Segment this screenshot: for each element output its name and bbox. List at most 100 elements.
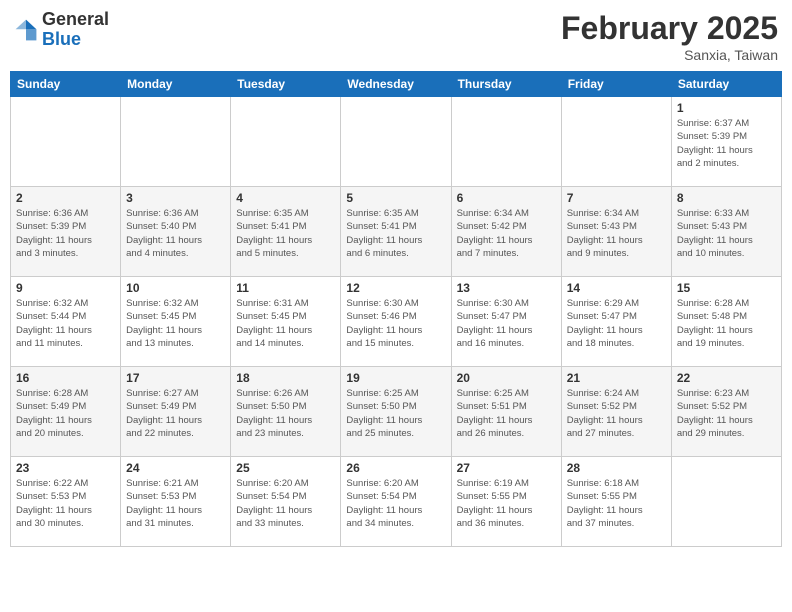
- day-info: Sunrise: 6:27 AM Sunset: 5:49 PM Dayligh…: [126, 387, 225, 440]
- day-info: Sunrise: 6:30 AM Sunset: 5:47 PM Dayligh…: [457, 297, 556, 350]
- calendar-day-cell: 17 Sunrise: 6:27 AM Sunset: 5:49 PM Dayli…: [121, 367, 231, 457]
- day-number: 6: [457, 191, 556, 205]
- calendar-day-cell: 14 Sunrise: 6:29 AM Sunset: 5:47 PM Dayli…: [561, 277, 671, 367]
- day-info: Sunrise: 6:28 AM Sunset: 5:49 PM Dayligh…: [16, 387, 115, 440]
- calendar-day-cell: 26 Sunrise: 6:20 AM Sunset: 5:54 PM Dayli…: [341, 457, 451, 547]
- day-info: Sunrise: 6:32 AM Sunset: 5:44 PM Dayligh…: [16, 297, 115, 350]
- calendar-day-cell: 4 Sunrise: 6:35 AM Sunset: 5:41 PM Daylig…: [231, 187, 341, 277]
- calendar-day-cell: 10 Sunrise: 6:32 AM Sunset: 5:45 PM Dayli…: [121, 277, 231, 367]
- day-info: Sunrise: 6:23 AM Sunset: 5:52 PM Dayligh…: [677, 387, 776, 440]
- day-info: Sunrise: 6:21 AM Sunset: 5:53 PM Dayligh…: [126, 477, 225, 530]
- day-info: Sunrise: 6:26 AM Sunset: 5:50 PM Dayligh…: [236, 387, 335, 440]
- day-number: 3: [126, 191, 225, 205]
- day-info: Sunrise: 6:25 AM Sunset: 5:51 PM Dayligh…: [457, 387, 556, 440]
- calendar-week-row: 23 Sunrise: 6:22 AM Sunset: 5:53 PM Dayli…: [11, 457, 782, 547]
- calendar-day-cell: 7Sunrise: 6:34 AM Sunset: 5:43 PM Daylig…: [561, 187, 671, 277]
- day-number: 28: [567, 461, 666, 475]
- calendar-day-cell: 20 Sunrise: 6:25 AM Sunset: 5:51 PM Dayli…: [451, 367, 561, 457]
- day-number: 4: [236, 191, 335, 205]
- calendar-table: SundayMondayTuesdayWednesdayThursdayFrid…: [10, 71, 782, 547]
- day-info: Sunrise: 6:32 AM Sunset: 5:45 PM Dayligh…: [126, 297, 225, 350]
- calendar-day-cell: 22 Sunrise: 6:23 AM Sunset: 5:52 PM Dayli…: [671, 367, 781, 457]
- day-info: Sunrise: 6:24 AM Sunset: 5:52 PM Dayligh…: [567, 387, 666, 440]
- calendar-day-cell: 24 Sunrise: 6:21 AM Sunset: 5:53 PM Dayli…: [121, 457, 231, 547]
- col-header-tuesday: Tuesday: [231, 72, 341, 97]
- empty-day-cell: [341, 97, 451, 187]
- day-number: 17: [126, 371, 225, 385]
- calendar-day-cell: 16Sunrise: 6:28 AM Sunset: 5:49 PM Dayli…: [11, 367, 121, 457]
- day-number: 18: [236, 371, 335, 385]
- day-info: Sunrise: 6:35 AM Sunset: 5:41 PM Dayligh…: [346, 207, 445, 260]
- empty-day-cell: [561, 97, 671, 187]
- day-info: Sunrise: 6:31 AM Sunset: 5:45 PM Dayligh…: [236, 297, 335, 350]
- day-info: Sunrise: 6:19 AM Sunset: 5:55 PM Dayligh…: [457, 477, 556, 530]
- day-number: 26: [346, 461, 445, 475]
- day-info: Sunrise: 6:30 AM Sunset: 5:46 PM Dayligh…: [346, 297, 445, 350]
- col-header-friday: Friday: [561, 72, 671, 97]
- calendar-day-cell: 18 Sunrise: 6:26 AM Sunset: 5:50 PM Dayli…: [231, 367, 341, 457]
- col-header-monday: Monday: [121, 72, 231, 97]
- day-info: Sunrise: 6:25 AM Sunset: 5:50 PM Dayligh…: [346, 387, 445, 440]
- calendar-day-cell: 28 Sunrise: 6:18 AM Sunset: 5:55 PM Dayli…: [561, 457, 671, 547]
- day-info: Sunrise: 6:34 AM Sunset: 5:42 PM Dayligh…: [457, 207, 556, 260]
- day-info: Sunrise: 6:37 AM Sunset: 5:39 PM Dayligh…: [677, 117, 776, 170]
- col-header-saturday: Saturday: [671, 72, 781, 97]
- day-number: 20: [457, 371, 556, 385]
- day-info: Sunrise: 6:35 AM Sunset: 5:41 PM Dayligh…: [236, 207, 335, 260]
- calendar-day-cell: 19 Sunrise: 6:25 AM Sunset: 5:50 PM Dayli…: [341, 367, 451, 457]
- col-header-thursday: Thursday: [451, 72, 561, 97]
- day-number: 14: [567, 281, 666, 295]
- col-header-sunday: Sunday: [11, 72, 121, 97]
- calendar-day-cell: 5 Sunrise: 6:35 AM Sunset: 5:41 PM Daylig…: [341, 187, 451, 277]
- day-info: Sunrise: 6:28 AM Sunset: 5:48 PM Dayligh…: [677, 297, 776, 350]
- day-number: 1: [677, 101, 776, 115]
- day-info: Sunrise: 6:18 AM Sunset: 5:55 PM Dayligh…: [567, 477, 666, 530]
- day-number: 21: [567, 371, 666, 385]
- calendar-day-cell: 23 Sunrise: 6:22 AM Sunset: 5:53 PM Dayli…: [11, 457, 121, 547]
- empty-day-cell: [451, 97, 561, 187]
- day-info: Sunrise: 6:20 AM Sunset: 5:54 PM Dayligh…: [236, 477, 335, 530]
- calendar-day-cell: 11Sunrise: 6:31 AM Sunset: 5:45 PM Dayli…: [231, 277, 341, 367]
- logo-icon: [14, 18, 38, 42]
- day-number: 27: [457, 461, 556, 475]
- day-number: 19: [346, 371, 445, 385]
- day-number: 12: [346, 281, 445, 295]
- calendar-day-cell: 3Sunrise: 6:36 AM Sunset: 5:40 PM Daylig…: [121, 187, 231, 277]
- day-number: 9: [16, 281, 115, 295]
- day-number: 25: [236, 461, 335, 475]
- calendar-day-cell: 15 Sunrise: 6:28 AM Sunset: 5:48 PM Dayli…: [671, 277, 781, 367]
- calendar-day-cell: 12 Sunrise: 6:30 AM Sunset: 5:46 PM Dayli…: [341, 277, 451, 367]
- day-number: 5: [346, 191, 445, 205]
- day-info: Sunrise: 6:33 AM Sunset: 5:43 PM Dayligh…: [677, 207, 776, 260]
- day-info: Sunrise: 6:22 AM Sunset: 5:53 PM Dayligh…: [16, 477, 115, 530]
- empty-day-cell: [231, 97, 341, 187]
- calendar-day-cell: 25 Sunrise: 6:20 AM Sunset: 5:54 PM Dayli…: [231, 457, 341, 547]
- logo-general: General: [42, 9, 109, 29]
- calendar-week-row: 16Sunrise: 6:28 AM Sunset: 5:49 PM Dayli…: [11, 367, 782, 457]
- page-header: General Blue February 2025 Sanxia, Taiwa…: [10, 10, 782, 63]
- day-number: 24: [126, 461, 225, 475]
- title-block: February 2025 Sanxia, Taiwan: [561, 10, 778, 63]
- calendar-day-cell: 13Sunrise: 6:30 AM Sunset: 5:47 PM Dayli…: [451, 277, 561, 367]
- calendar-day-cell: 21 Sunrise: 6:24 AM Sunset: 5:52 PM Dayli…: [561, 367, 671, 457]
- day-number: 23: [16, 461, 115, 475]
- calendar-day-cell: 27 Sunrise: 6:19 AM Sunset: 5:55 PM Dayli…: [451, 457, 561, 547]
- empty-day-cell: [121, 97, 231, 187]
- day-number: 7: [567, 191, 666, 205]
- day-info: Sunrise: 6:36 AM Sunset: 5:39 PM Dayligh…: [16, 207, 115, 260]
- day-number: 2: [16, 191, 115, 205]
- day-number: 22: [677, 371, 776, 385]
- calendar-header-row: SundayMondayTuesdayWednesdayThursdayFrid…: [11, 72, 782, 97]
- logo-blue: Blue: [42, 29, 81, 49]
- calendar-day-cell: 6 Sunrise: 6:34 AM Sunset: 5:42 PM Daylig…: [451, 187, 561, 277]
- day-number: 15: [677, 281, 776, 295]
- col-header-wednesday: Wednesday: [341, 72, 451, 97]
- location-subtitle: Sanxia, Taiwan: [561, 47, 778, 63]
- day-info: Sunrise: 6:20 AM Sunset: 5:54 PM Dayligh…: [346, 477, 445, 530]
- calendar-week-row: 1 Sunrise: 6:37 AM Sunset: 5:39 PM Daylig…: [11, 97, 782, 187]
- empty-day-cell: [11, 97, 121, 187]
- day-info: Sunrise: 6:29 AM Sunset: 5:47 PM Dayligh…: [567, 297, 666, 350]
- calendar-day-cell: 2 Sunrise: 6:36 AM Sunset: 5:39 PM Daylig…: [11, 187, 121, 277]
- calendar-day-cell: 8Sunrise: 6:33 AM Sunset: 5:43 PM Daylig…: [671, 187, 781, 277]
- day-number: 10: [126, 281, 225, 295]
